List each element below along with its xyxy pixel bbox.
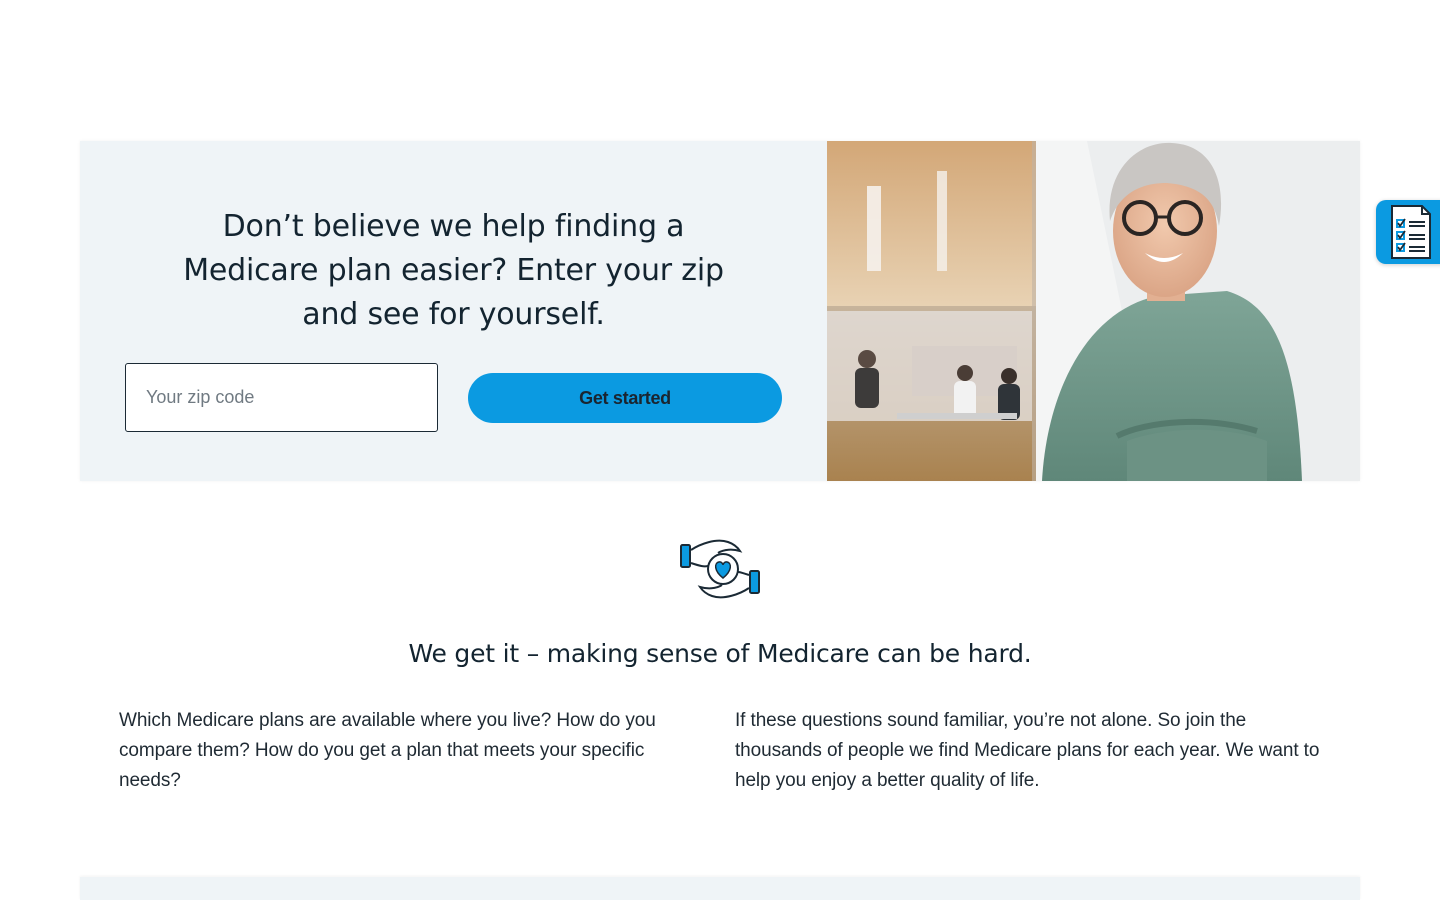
hero-photo: [827, 141, 1360, 481]
hero-title: Don’t believe we help finding a Medicare…: [183, 209, 724, 332]
section-heading: We get it – making sense of Medicare can…: [408, 639, 1032, 668]
hero-form-panel: Don’t believe we help finding a Medicare…: [80, 141, 827, 481]
checklist-side-tab[interactable]: [1376, 200, 1440, 264]
zip-code-input[interactable]: [125, 363, 438, 432]
reassurance-paragraph: If these questions sound familiar, you’r…: [735, 710, 1320, 791]
checklist-icon: [1391, 205, 1431, 259]
questions-paragraph: Which Medicare plans are available where…: [119, 710, 656, 791]
woman-office-photo: [827, 141, 1360, 481]
hero-card: Don’t believe we help finding a Medicare…: [80, 141, 1360, 481]
get-started-button[interactable]: Get started: [468, 373, 782, 423]
next-section-band: [80, 877, 1360, 900]
hands-heart-icon: [678, 536, 762, 602]
